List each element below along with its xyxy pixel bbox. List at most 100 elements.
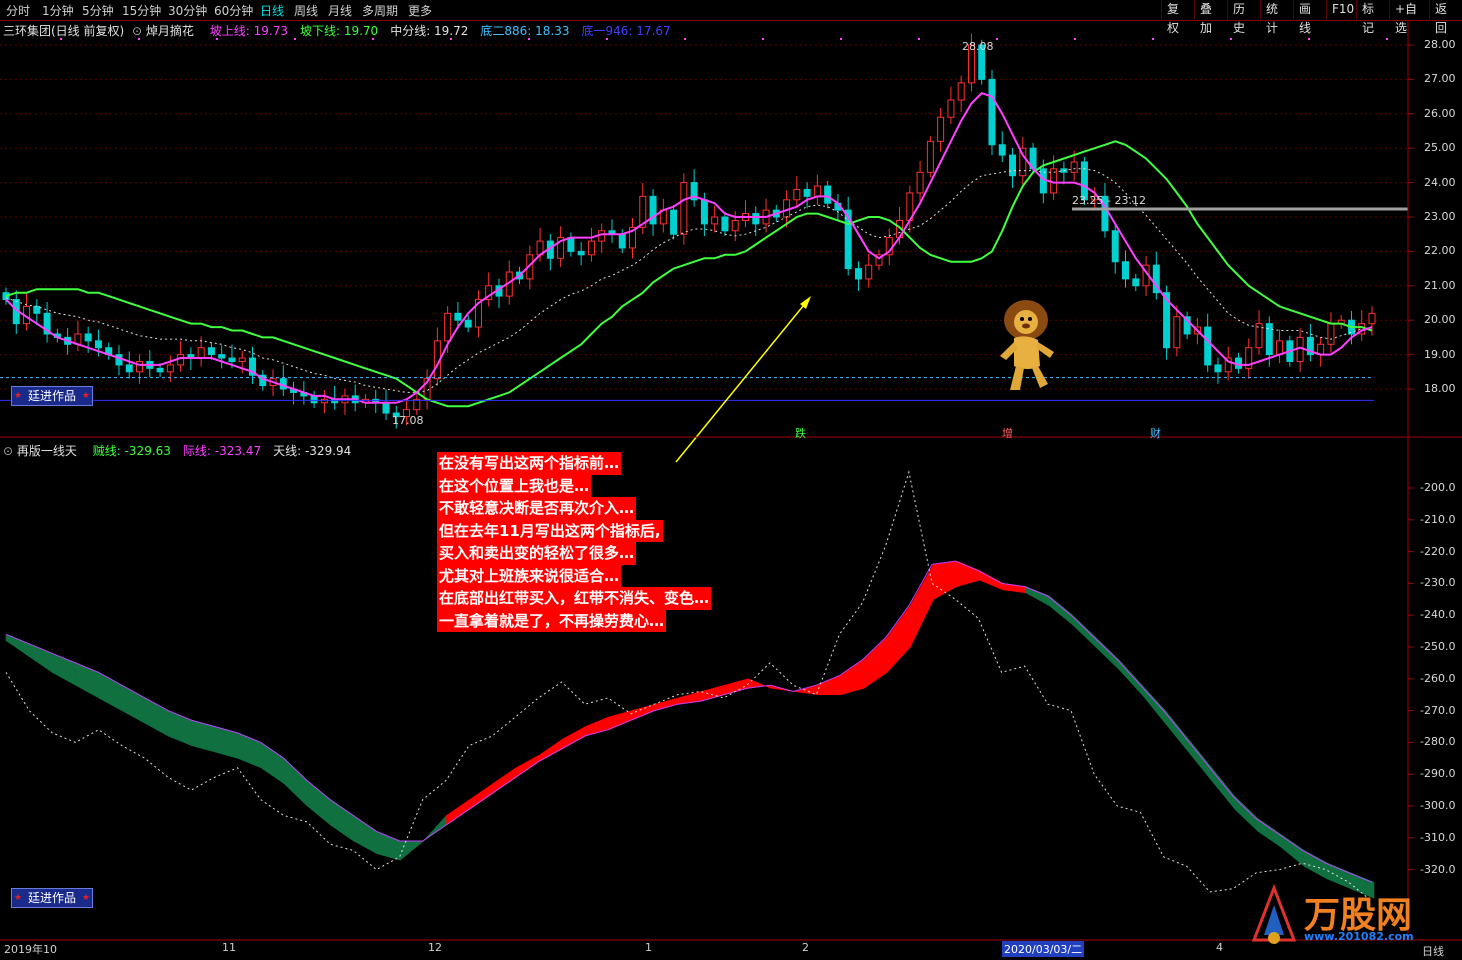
top-dot (1308, 38, 1310, 40)
sub-y-tick-label: -300.0 (1420, 799, 1456, 812)
ribbon-segment (1025, 586, 1050, 607)
sub-y-tick-label: -270.0 (1420, 703, 1456, 717)
ribbon-segment (423, 814, 447, 842)
top-dot (684, 38, 686, 40)
top-dot (216, 38, 218, 40)
ribbon-segment (909, 563, 934, 648)
candle-body (1368, 312, 1376, 325)
slope-up-line (5, 92, 1373, 404)
ribbon-segment (840, 659, 865, 696)
candle-body (1173, 316, 1181, 349)
candle-body (320, 398, 328, 404)
x-label-4: 2 (802, 941, 809, 954)
main-y-tick-label: 27.00 (1424, 72, 1456, 86)
main-y-tick-label: 20.00 (1424, 313, 1456, 327)
top-dot (1230, 38, 1232, 40)
ribbon-segment (353, 814, 378, 855)
ribbon-segment (307, 779, 331, 826)
x-label-6: 4 (1216, 941, 1223, 954)
candle-body (1111, 230, 1119, 263)
candle-body (238, 357, 246, 362)
low-annotation: 17.08 (392, 414, 424, 427)
top-dot (450, 38, 452, 40)
candle-body (865, 264, 873, 280)
watermark-logo-icon (1251, 883, 1297, 944)
candle-body (1204, 326, 1212, 366)
note-line: 一直拿着就是了，不再操劳费心… (437, 609, 667, 632)
candle-body (454, 312, 462, 321)
top-dot (138, 38, 140, 40)
ribbon-segment (376, 830, 401, 861)
x-label-0: 2019年10 (4, 943, 57, 956)
sub-y-tick-label: -220.0 (1420, 544, 1456, 558)
candle-body (1214, 364, 1222, 373)
main-y-tick-label: 22.00 (1424, 244, 1456, 258)
ribbon-segment (191, 719, 215, 753)
ribbon-segment (121, 684, 146, 724)
top-dot (372, 38, 374, 40)
ribbon-segment (214, 726, 239, 759)
sub-y-tick-label: -260.0 (1420, 671, 1456, 685)
candle-body (649, 195, 657, 225)
ribbon-segment (446, 799, 471, 826)
x-label-cursor-date: 2020/03/03/二 (1002, 941, 1085, 957)
candle-body (957, 82, 965, 101)
candle-body (988, 78, 996, 146)
author-badge-sub: 廷进作品 (11, 888, 93, 908)
main-y-tick-label: 24.00 (1424, 175, 1456, 189)
candle-body (721, 216, 729, 232)
candle-body (803, 188, 811, 197)
sub-y-tick-label: -310.0 (1420, 830, 1456, 844)
chart-canvas[interactable] (0, 0, 1462, 960)
high-annotation: 28.08 (962, 40, 994, 53)
note-line: 尤其对上班族来说很适合… (437, 564, 622, 587)
candle-body (1132, 278, 1140, 287)
x-label-3: 1 (645, 941, 652, 954)
candle-body (310, 395, 318, 404)
ribbon-segment (98, 671, 123, 712)
top-dot (996, 38, 998, 40)
axes (0, 20, 1462, 941)
top-dot (1386, 38, 1388, 40)
ribbon-segment (283, 757, 308, 807)
candle-body (464, 319, 472, 328)
candle-body (854, 268, 862, 280)
ribbon-segment (863, 636, 888, 689)
annotation-note: 在没有写出这两个指标前… 在这个位置上我也是… 不敢轻意决断是否再次介入… 但在去年1… (437, 452, 712, 632)
sub-y-tick-label: -250.0 (1420, 640, 1456, 653)
candle-body (1122, 261, 1130, 280)
ribbon-segment (933, 560, 957, 600)
candle-body (731, 219, 739, 232)
annotation-arrow (675, 299, 809, 463)
ribbon-segment (5, 633, 30, 658)
ribbon-segment (608, 710, 633, 731)
top-dot (1152, 38, 1154, 40)
watermark: 万股网 www.201082.com (1244, 880, 1444, 950)
candle-body (618, 233, 626, 249)
note-line: 但在去年11月写出这两个指标后, (437, 519, 663, 542)
candle-body (33, 305, 41, 314)
candle-body (1009, 154, 1017, 177)
sub-y-tick-label: -280.0 (1420, 735, 1456, 749)
candle-body (444, 312, 452, 342)
candle-body (680, 182, 688, 235)
note-line: 在底部出红带买入，红带不消失、变色… (437, 587, 712, 610)
main-y-tick-label: 23.00 (1424, 210, 1456, 223)
ribbon-segment (469, 783, 494, 810)
candle-body (926, 140, 934, 173)
main-y-tick-label: 26.00 (1424, 106, 1456, 120)
main-y-tick-label: 19.00 (1424, 347, 1456, 361)
ribbon-segment (492, 767, 517, 794)
candle-body (998, 144, 1006, 156)
main-y-tick-label: 25.00 (1424, 141, 1456, 155)
candle-body (700, 199, 708, 225)
sub-y-tick-label: -320.0 (1420, 862, 1456, 876)
candle-body (156, 367, 164, 373)
marker-zeng: 增 (1002, 427, 1013, 440)
candle-body (1070, 161, 1078, 173)
ribbon-segment (654, 697, 679, 711)
candle-body (207, 347, 215, 356)
sub-y-tick-label: -240.0 (1420, 608, 1456, 622)
range-annotation: 23.25 - 23.12 (1072, 194, 1146, 207)
ribbon-segment (1281, 834, 1305, 868)
